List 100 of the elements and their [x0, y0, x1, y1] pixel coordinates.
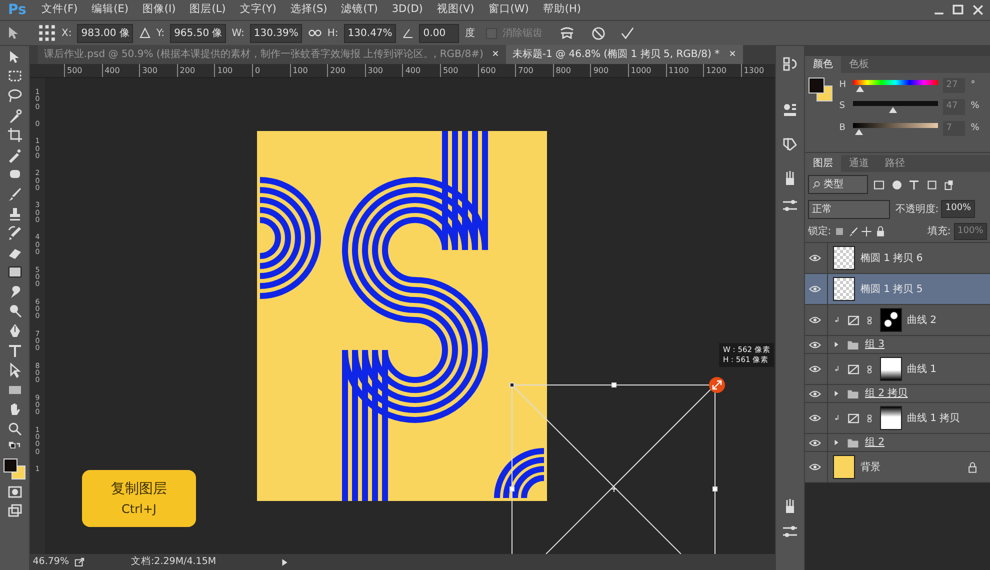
- layer-row[interactable]: 曲线 1 拷贝: [805, 403, 990, 434]
- eyedropper-tool-icon[interactable]: [6, 146, 22, 163]
- layer-row[interactable]: 组 2: [805, 434, 990, 452]
- fill-label: 填充:: [927, 224, 951, 239]
- layer-row[interactable]: 曲线 1: [805, 354, 990, 385]
- screen-mode-icon[interactable]: [6, 503, 22, 520]
- layer-row[interactable]: 曲线 2: [805, 305, 990, 336]
- close-icon[interactable]: [970, 3, 984, 17]
- collapsed-arrow-icon[interactable]: [833, 341, 840, 348]
- quick-mask-icon[interactable]: [6, 484, 22, 500]
- shortcut-text: Ctrl+J: [122, 501, 156, 518]
- eye-icon[interactable]: [809, 363, 821, 375]
- lock-icon[interactable]: [875, 226, 886, 237]
- menu-item[interactable]: 文件(F): [34, 2, 85, 18]
- layer-filter-select[interactable]: 类型: [808, 175, 868, 194]
- eye-icon[interactable]: [809, 461, 821, 473]
- adjust-sliders-icon[interactable]: [782, 524, 798, 540]
- zoom-tool-icon[interactable]: [6, 421, 22, 438]
- chain-link-icon[interactable]: [865, 412, 874, 424]
- menu-item[interactable]: 帮助(H): [536, 2, 588, 18]
- slider-thumb[interactable]: [888, 107, 897, 113]
- color-slider[interactable]: [852, 80, 938, 92]
- menu-item[interactable]: 窗口(W): [481, 2, 536, 18]
- type-filter-icon[interactable]: [908, 178, 920, 190]
- tab-title: 课后作业.psd @ 50.9% (根据本课提供的素材，制作一张蚊香字效海报 上传到评论区。, RGB/8#): [44, 48, 484, 62]
- slider-thumb[interactable]: [856, 86, 864, 92]
- eye-icon[interactable]: [809, 252, 821, 264]
- layer-name: 椭圆 1 拷贝 5: [860, 282, 923, 296]
- crop-tool-icon[interactable]: [6, 127, 22, 144]
- menu-item[interactable]: 图像(I): [135, 2, 183, 18]
- menu-item[interactable]: 编辑(E): [84, 2, 136, 18]
- ruler-label: 1200: [703, 64, 741, 77]
- lock-label: 锁定:: [808, 224, 832, 239]
- angle-field[interactable]: 0.00: [419, 24, 460, 42]
- menu-item[interactable]: 滤镜(T): [334, 2, 385, 18]
- color-swatches-icon[interactable]: [808, 76, 834, 104]
- folder-icon: [846, 436, 860, 448]
- shape-filter-icon[interactable]: [926, 178, 938, 190]
- collapsed-arrow-icon[interactable]: [833, 439, 840, 446]
- play-icon[interactable]: [280, 558, 289, 566]
- chain-link-icon[interactable]: [865, 314, 874, 326]
- transform-box-drawing[interactable]: [510, 382, 718, 554]
- menu-item[interactable]: 文字(Y): [232, 2, 284, 18]
- width-field[interactable]: 130.39%: [250, 24, 302, 42]
- transform-icon[interactable]: [782, 136, 798, 152]
- reference-point-icon[interactable]: [38, 24, 56, 42]
- warp-icon[interactable]: [558, 25, 575, 41]
- rotate-handle-icon[interactable]: [709, 377, 725, 393]
- chain-link-icon[interactable]: [865, 362, 874, 376]
- lock-pixels-icon[interactable]: [834, 226, 845, 237]
- properties-icon[interactable]: [782, 102, 798, 118]
- tab-close-icon[interactable]: [491, 49, 500, 58]
- maximize-icon[interactable]: [951, 3, 965, 17]
- panel-tab[interactable]: 图层: [805, 155, 841, 172]
- eye-icon[interactable]: [809, 412, 821, 424]
- history-icon[interactable]: [782, 56, 798, 72]
- gradient-tool-icon[interactable]: [6, 264, 22, 280]
- adjustment-filter-icon[interactable]: [890, 178, 903, 190]
- eye-icon[interactable]: [809, 314, 821, 326]
- menu-item[interactable]: 选择(S): [283, 2, 334, 18]
- y-position-field[interactable]: 965.50 像: [170, 24, 226, 42]
- panel-tab[interactable]: 颜色: [805, 56, 841, 73]
- slider-thumb[interactable]: [854, 128, 863, 134]
- height-field[interactable]: 130.47%: [344, 24, 396, 42]
- fill-field[interactable]: 100%: [954, 222, 988, 240]
- export-icon[interactable]: [74, 556, 86, 568]
- color-slider[interactable]: [852, 122, 938, 134]
- menu-item[interactable]: 视图(V): [430, 2, 482, 18]
- menu-item[interactable]: 3D(D): [384, 2, 430, 18]
- eye-icon[interactable]: [809, 283, 821, 295]
- cancel-icon[interactable]: [591, 26, 606, 40]
- color-slider[interactable]: [852, 101, 938, 113]
- x-position-field[interactable]: 983.00 像: [77, 24, 134, 42]
- menu-item[interactable]: 图层(L): [182, 2, 233, 18]
- unit-label: 度: [464, 26, 475, 40]
- ruler-label: 300: [139, 64, 177, 77]
- delta-icon[interactable]: [138, 27, 151, 39]
- smart-filter-icon[interactable]: [943, 178, 956, 190]
- lock-move-icon[interactable]: [861, 226, 872, 237]
- history-brush-tool-icon[interactable]: [6, 225, 22, 242]
- layer-row[interactable]: 椭圆 1 拷贝 5: [805, 274, 990, 305]
- type-tool-icon[interactable]: [6, 342, 22, 359]
- opacity-field[interactable]: 100%: [941, 200, 976, 218]
- lock-brush-icon[interactable]: [848, 226, 859, 237]
- document-tab[interactable]: 未标题-1 @ 46.8% (椭圆 1 拷贝 5, RGB/8) *: [506, 45, 743, 64]
- image-filter-icon[interactable]: [873, 178, 886, 190]
- layer-name: 曲线 2: [907, 314, 937, 328]
- brush-tool-icon[interactable]: [6, 186, 22, 202]
- ruler-label: 1100: [666, 64, 704, 77]
- lasso-tool-icon[interactable]: [6, 88, 22, 104]
- tab-close-icon[interactable]: [728, 49, 737, 58]
- collapsed-arrow-icon[interactable]: [833, 390, 840, 397]
- adjust-sliders-icon[interactable]: [782, 198, 798, 214]
- blend-mode-select[interactable]: 正常: [808, 200, 890, 218]
- layer-row[interactable]: 组 3: [805, 336, 990, 354]
- field-label: Y:: [156, 26, 165, 40]
- color-swatches-icon[interactable]: [2, 458, 26, 480]
- document-tab[interactable]: 课后作业.psd @ 50.9% (根据本课提供的素材，制作一张蚊香字效海报 上传到评论区。, RGB/8#): [38, 45, 506, 64]
- commit-check-icon[interactable]: [620, 26, 636, 40]
- layer-row[interactable]: 组 2 拷贝: [805, 385, 990, 403]
